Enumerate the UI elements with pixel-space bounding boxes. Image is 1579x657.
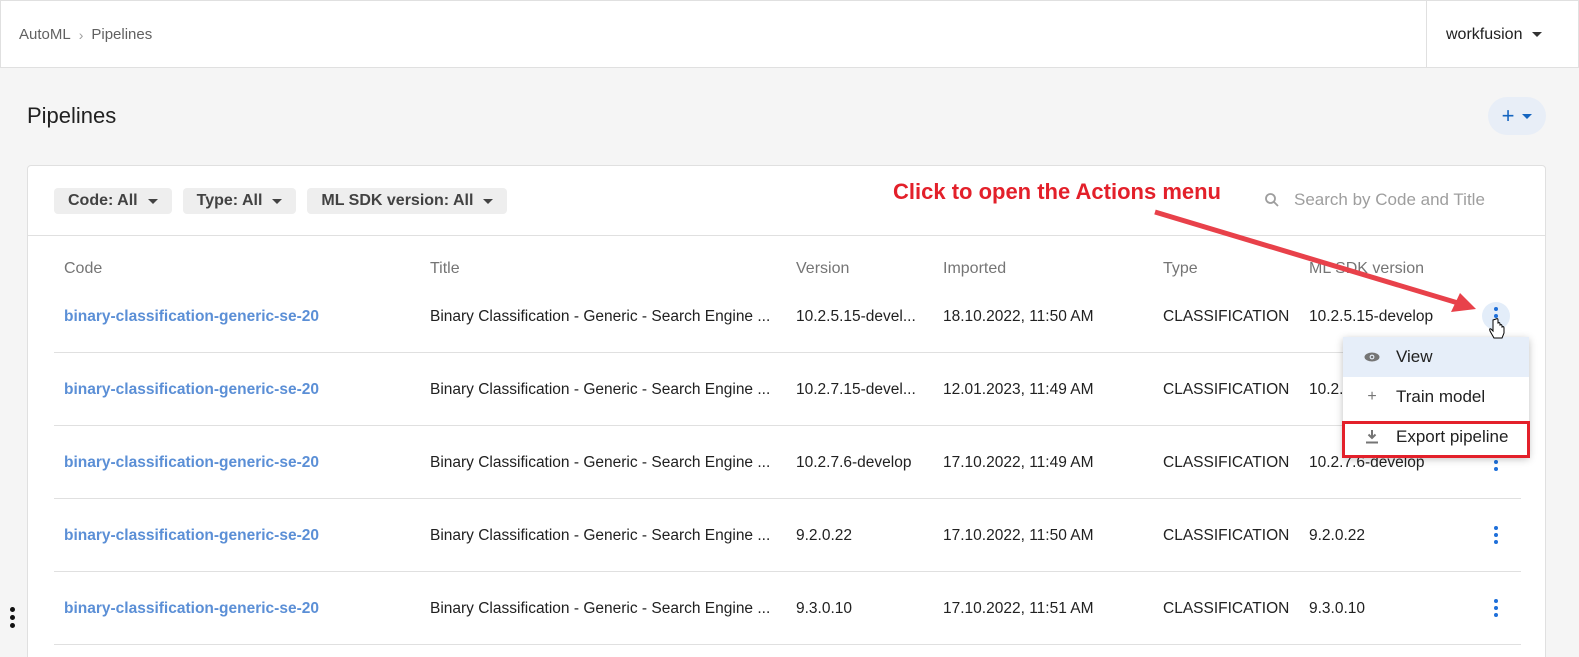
- type-cell: CLASSIFICATION: [1163, 453, 1290, 471]
- plus-icon: +: [1501, 103, 1515, 128]
- code-link[interactable]: binary-classification-generic-se-20: [64, 572, 319, 645]
- header-version[interactable]: Version: [796, 260, 849, 278]
- plus-icon: +: [1367, 388, 1377, 405]
- version-cell: 10.2.7.15-devel...: [796, 380, 916, 398]
- search-icon: [1265, 193, 1279, 207]
- chevron-right-icon: ›: [78, 26, 84, 43]
- title-cell: Binary Classification - Generic - Search…: [430, 453, 771, 471]
- actions-menu-button[interactable]: [1482, 594, 1510, 622]
- caret-down-icon: [147, 198, 158, 204]
- caret-down-icon: [1522, 113, 1533, 119]
- imported-cell: 12.01.2023, 11:49 AM: [943, 380, 1094, 398]
- sdk-cell: 10.2.: [1309, 380, 1344, 398]
- breadcrumb-root[interactable]: AutoML: [19, 26, 71, 43]
- menu-item-label: View: [1396, 347, 1433, 366]
- version-cell: 10.2.7.6-develop: [796, 453, 912, 471]
- table-row: binary-classification-generic-se-20 Bina…: [54, 280, 1521, 353]
- menu-item-train-model[interactable]: + Train model: [1343, 377, 1529, 417]
- export-highlight-box: [1342, 421, 1530, 458]
- tenant-selector[interactable]: workfusion: [1426, 1, 1579, 68]
- filter-type-label: Type: All: [196, 192, 263, 209]
- menu-item-view[interactable]: View: [1343, 337, 1529, 377]
- filter-code-label: Code: All: [68, 192, 138, 209]
- code-link[interactable]: binary-classification-generic-se-20: [64, 499, 319, 572]
- code-link[interactable]: binary-classification-generic-se-20: [64, 426, 319, 499]
- table-row: binary-classification-generic-se-20 Bina…: [54, 499, 1521, 572]
- breadcrumb-current: Pipelines: [91, 26, 153, 43]
- imported-cell: 17.10.2022, 11:49 AM: [943, 453, 1094, 471]
- menu-item-label: Train model: [1396, 387, 1486, 406]
- version-cell: 9.3.0.10: [796, 599, 853, 617]
- header-imported[interactable]: Imported: [943, 260, 1006, 278]
- imported-cell: 17.10.2022, 11:51 AM: [943, 599, 1094, 617]
- filter-code[interactable]: Code: All: [54, 188, 172, 214]
- code-link[interactable]: binary-classification-generic-se-20: [64, 353, 319, 426]
- version-cell: 10.2.5.15-devel...: [796, 307, 916, 325]
- filter-bar: Code: All Type: All ML SDK version: All: [54, 188, 508, 214]
- code-link[interactable]: binary-classification-generic-se-20: [64, 280, 319, 353]
- actions-menu-button[interactable]: [1482, 521, 1510, 549]
- table-row: binary-classification-generic-se-20 Bina…: [54, 572, 1521, 645]
- divider: [28, 235, 1545, 236]
- actions-menu-button[interactable]: [1482, 302, 1510, 330]
- filter-ml-sdk-version[interactable]: ML SDK version: All: [307, 188, 508, 214]
- page-title: Pipelines: [27, 103, 117, 128]
- table-row: binary-classification-generic-se-20 Bina…: [54, 353, 1521, 426]
- sdk-cell: 9.2.0.22: [1309, 526, 1366, 544]
- filter-sdk-label: ML SDK version: All: [321, 192, 474, 209]
- title-cell: Binary Classification - Generic - Search…: [430, 307, 771, 325]
- search-placeholder: Search by Code and Title: [1294, 190, 1485, 209]
- imported-cell: 17.10.2022, 11:50 AM: [943, 526, 1094, 544]
- header-type[interactable]: Type: [1163, 260, 1198, 278]
- type-cell: CLASSIFICATION: [1163, 526, 1290, 544]
- title-cell: Binary Classification - Generic - Search…: [430, 380, 771, 398]
- breadcrumb: AutoML › Pipelines: [19, 26, 152, 43]
- pipelines-card: Code: All Type: All ML SDK version: All …: [27, 165, 1546, 657]
- more-vertical-icon[interactable]: [10, 607, 15, 628]
- caret-down-icon: [1532, 32, 1543, 37]
- type-cell: CLASSIFICATION: [1163, 599, 1290, 617]
- caret-down-icon: [483, 198, 494, 204]
- eye-icon: [1364, 352, 1380, 362]
- version-cell: 9.2.0.22: [796, 526, 853, 544]
- title-cell: Binary Classification - Generic - Search…: [430, 526, 771, 544]
- search-input[interactable]: Search by Code and Title: [1264, 190, 1485, 210]
- header-code[interactable]: Code: [64, 260, 102, 278]
- top-bar: AutoML › Pipelines workfusion: [0, 0, 1579, 68]
- annotation-text: Click to open the Actions menu: [893, 179, 1221, 204]
- sdk-cell: 9.3.0.10: [1309, 599, 1366, 617]
- tenant-name: workfusion: [1446, 25, 1523, 43]
- caret-down-icon: [272, 198, 283, 204]
- imported-cell: 18.10.2022, 11:50 AM: [943, 307, 1094, 325]
- add-pipeline-button[interactable]: +: [1488, 97, 1546, 135]
- type-cell: CLASSIFICATION: [1163, 380, 1290, 398]
- title-cell: Binary Classification - Generic - Search…: [430, 599, 771, 617]
- header-title[interactable]: Title: [430, 260, 460, 278]
- type-cell: CLASSIFICATION: [1163, 307, 1290, 325]
- header-ml-sdk-version[interactable]: ML SDK version: [1309, 260, 1424, 278]
- filter-type[interactable]: Type: All: [182, 188, 297, 214]
- table-row: binary-classification-generic-se-20 Bina…: [54, 426, 1521, 499]
